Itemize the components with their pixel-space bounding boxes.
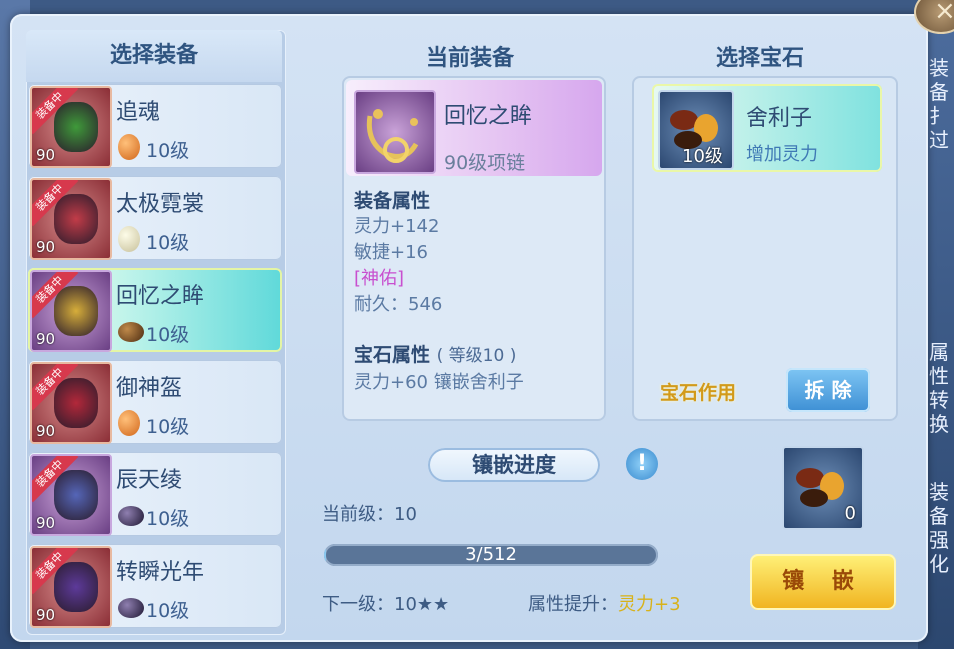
gem-icon (118, 134, 140, 160)
gem-attr: 灵力+60 镶嵌舍利子 (354, 372, 524, 393)
equipment-item[interactable]: 装备中 90 追魂 10级 (28, 84, 282, 168)
equipment-name: 辰天绫 (116, 468, 183, 493)
equipment-icon: 装备中 90 (30, 362, 112, 444)
gem-level: 10级 (146, 232, 190, 254)
material-count: 0 (844, 503, 856, 524)
gem-icon (118, 322, 144, 342)
equipment-art (54, 194, 98, 244)
gem-name: 舍利子 (746, 106, 813, 131)
equipment-item[interactable]: 装备中 90 回忆之眸 10级 (28, 268, 282, 352)
equip-name: 回忆之眸 (444, 104, 533, 129)
gem-panel: 10级 舍利子 增加灵力 宝石作用 拆 除 (632, 76, 898, 421)
equipment-art (54, 378, 98, 428)
equipment-icon: 装备中 90 (30, 546, 112, 628)
gem-attr-heading: 宝石属性 ( 等级10 ) (354, 340, 516, 367)
side-tab-top[interactable]: 装备扌过 (928, 56, 950, 152)
gem-attr-heading-label: 宝石属性 (354, 344, 431, 366)
gem-icon (118, 226, 140, 252)
attr-increase: 属性提升：灵力+3 (528, 590, 681, 616)
select-gem-title: 选择宝石 (716, 46, 805, 71)
equip-attr-3: [神佑] (354, 268, 405, 289)
gem-desc: 增加灵力 (746, 144, 818, 165)
equip-attr-2: 敏捷+16 (354, 242, 428, 263)
necklace-icon (354, 90, 436, 174)
gem-level: 10级 (146, 324, 190, 346)
equipment-level: 90 (36, 146, 56, 164)
side-tab-mid[interactable]: 属性转换 (928, 340, 950, 436)
equipment-list-title: 选择装备 (26, 30, 282, 82)
equipment-level: 90 (36, 238, 56, 256)
equipment-level: 90 (36, 514, 56, 532)
sarira-gem-icon: 10级 (658, 90, 734, 170)
inlay-button[interactable]: 镶 嵌 (750, 554, 896, 610)
equipment-icon: 装备中 90 (30, 178, 112, 260)
gem-icon (118, 598, 144, 618)
gem-attr-heading-note: ( 等级10 ) (436, 346, 517, 366)
gem-level: 10级 (146, 416, 190, 438)
next-level: 下一级：10★★ (322, 594, 450, 615)
progress-bar: 3/512 (324, 544, 658, 566)
equipment-name: 御神盔 (116, 376, 183, 401)
equip-attr-1: 灵力+142 (354, 216, 440, 237)
equip-attr-heading: 装备属性 (354, 190, 431, 212)
equipment-art (54, 102, 98, 152)
gem-level: 10级 (146, 140, 190, 162)
equip-attr-4: 耐久：546 (354, 294, 443, 315)
equipment-item[interactable]: 装备中 90 御神盔 10级 (28, 360, 282, 444)
equipment-name: 太极霓裳 (116, 192, 205, 217)
equipment-level: 90 (36, 606, 56, 624)
attr-increase-value: 灵力+3 (618, 594, 681, 615)
equip-header: 回忆之眸 90级项链 (346, 80, 602, 176)
gem-icon (118, 506, 144, 526)
equipment-item[interactable]: 装备中 90 辰天绫 10级 (28, 452, 282, 536)
equipment-name: 转瞬光年 (116, 560, 205, 585)
gem-icon (118, 410, 140, 436)
material-slot[interactable]: 0 (782, 446, 864, 530)
equipment-level: 90 (36, 330, 56, 348)
equipment-icon: 装备中 90 (30, 454, 112, 536)
gem-card-level: 10级 (682, 146, 723, 167)
gem-level: 10级 (146, 508, 190, 530)
equipment-art (54, 470, 98, 520)
equipment-icon: 装备中 90 (30, 86, 112, 168)
close-icon: × (934, 0, 954, 26)
equipment-art (54, 286, 98, 336)
equipment-name: 回忆之眸 (116, 284, 205, 309)
equipment-name: 追魂 (116, 100, 161, 125)
equipment-item[interactable]: 装备中 90 太极霓裳 10级 (28, 176, 282, 260)
remove-button[interactable]: 拆 除 (786, 368, 870, 412)
current-equip-card: 回忆之眸 90级项链 装备属性 灵力+142 敏捷+16 [神佑] 耐久：546… (342, 76, 606, 421)
info-icon[interactable]: ! (626, 448, 658, 480)
equipment-item[interactable]: 装备中 90 转瞬光年 10级 (28, 544, 282, 628)
gem-function-link[interactable]: 宝石作用 (660, 378, 736, 405)
equipment-icon: 装备中 90 (30, 270, 112, 352)
equipment-list: 选择装备 装备中 90 追魂 10级 装备中 90 太极霓裳 10级 装备中 90 回忆之眸 10级装… (26, 30, 286, 635)
side-tab-bot[interactable]: 装备强化 (928, 480, 950, 576)
equip-type: 90级项链 (444, 152, 526, 174)
inlay-progress-title: 镶嵌进度 (428, 448, 600, 482)
current-level: 当前级：10 (322, 504, 417, 525)
equipment-art (54, 562, 98, 612)
attr-increase-label: 属性提升： (528, 594, 618, 615)
equipment-level: 90 (36, 422, 56, 440)
gem-card[interactable]: 10级 舍利子 增加灵力 (652, 84, 882, 172)
progress-bar-text: 3/512 (465, 544, 517, 565)
gem-level: 10级 (146, 600, 190, 622)
current-equip-title: 当前装备 (426, 46, 515, 71)
